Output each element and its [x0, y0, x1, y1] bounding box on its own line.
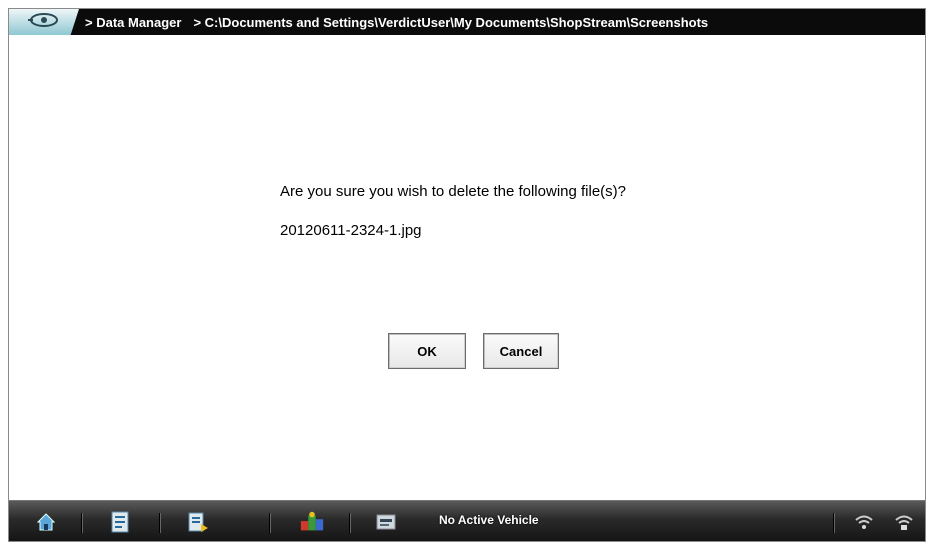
logo-button[interactable] — [9, 9, 79, 35]
cancel-button[interactable]: Cancel — [483, 333, 559, 369]
file-name: 20120611-2324-1.jpg — [280, 222, 422, 239]
breadcrumb-data-manager[interactable]: > Data Manager — [85, 15, 181, 30]
scanner-icon[interactable] — [185, 509, 211, 535]
home-icon[interactable] — [33, 509, 59, 535]
shop-stream-icon[interactable] — [373, 509, 399, 535]
connection-icon[interactable] — [891, 509, 917, 535]
app-window: > Data Manager > C:\Documents and Settin… — [8, 8, 926, 542]
title-bar: > Data Manager > C:\Documents and Settin… — [9, 9, 925, 35]
taskbar: No Active Vehicle — [9, 500, 925, 541]
ok-button[interactable]: OK — [388, 333, 466, 369]
delete-confirm-dialog: Are you sure you wish to delete the foll… — [9, 35, 925, 501]
wifi-icon[interactable] — [851, 509, 877, 535]
vehicle-status: No Active Vehicle — [439, 513, 539, 527]
breadcrumb-path: > C:\Documents and Settings\VerdictUser\… — [193, 14, 709, 30]
confirm-message: Are you sure you wish to delete the foll… — [280, 183, 627, 200]
snap-on-logo-icon — [27, 11, 61, 34]
vehicle-id-icon[interactable] — [107, 509, 133, 535]
guided-component-test-icon[interactable] — [299, 509, 325, 535]
